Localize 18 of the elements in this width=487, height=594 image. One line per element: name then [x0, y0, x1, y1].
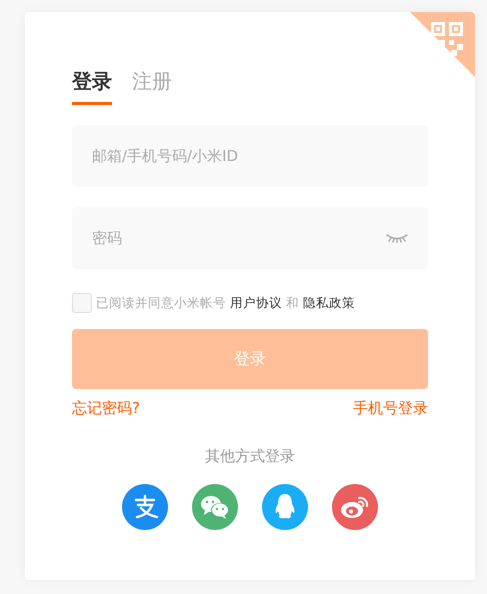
penguin-icon[interactable] — [262, 484, 308, 530]
alipay-icon[interactable] — [122, 484, 168, 530]
chat-bubbles-icon[interactable] — [192, 484, 238, 530]
phone-login-link[interactable]: 手机号登录 — [353, 397, 428, 420]
input-field[interactable]: 邮箱/手机号码/小米ID — [72, 125, 428, 187]
user-agreement-link[interactable]: 用户协议 — [230, 294, 282, 312]
forgot-password-link[interactable]: 忘记密码? — [72, 397, 140, 420]
input-field[interactable]: 密码 — [72, 207, 428, 269]
eye-closed-icon[interactable] — [386, 233, 408, 243]
agreement-text: 已阅读并同意小米帐号 — [96, 294, 226, 312]
qr-code-icon[interactable] — [410, 12, 475, 77]
tab[interactable]: 注册 — [132, 66, 172, 105]
checkbox[interactable] — [72, 293, 92, 313]
weibo-icon[interactable] — [332, 484, 378, 530]
other-login-title: 其他方式登录 — [205, 446, 295, 464]
privacy-policy-link[interactable]: 隐私政策 — [303, 294, 355, 312]
agreement-text: 和 — [286, 294, 299, 312]
tab[interactable]: 登录 — [72, 66, 112, 105]
